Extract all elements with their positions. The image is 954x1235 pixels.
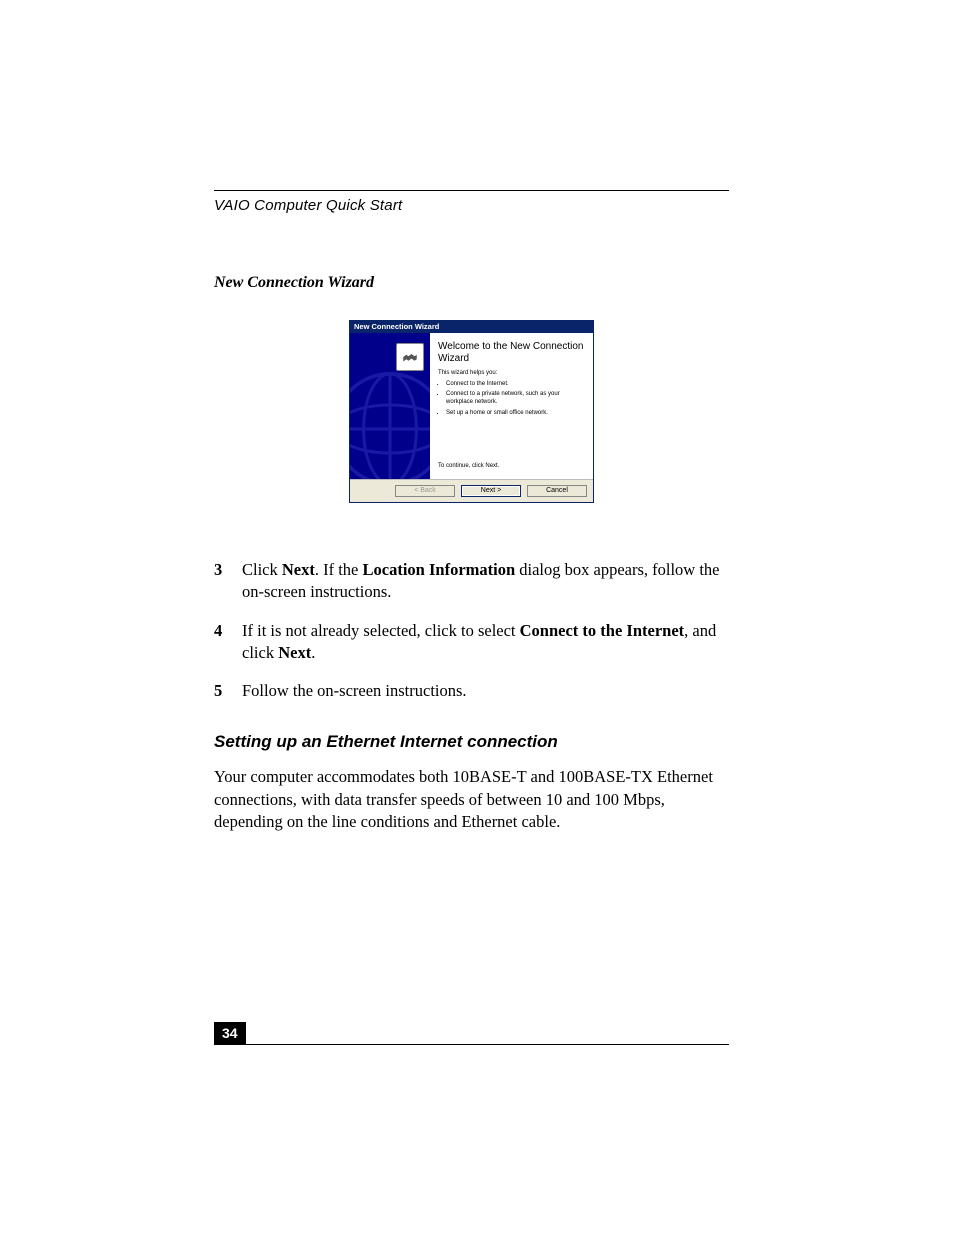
text-bold: Connect to the Internet (520, 621, 685, 640)
text-run: . (311, 643, 315, 662)
page-footer: 34 (214, 1022, 729, 1045)
step-number: 3 (214, 559, 242, 604)
wizard-sidebar (350, 333, 430, 478)
figure-caption: New Connection Wizard (214, 274, 729, 292)
step-number: 4 (214, 620, 242, 665)
step-item: 4 If it is not already selected, click t… (214, 620, 729, 665)
cancel-button[interactable]: Cancel (527, 485, 587, 497)
body-paragraph: Your computer accommodates both 10BASE-T… (214, 766, 729, 833)
step-text: Click Next. If the Location Information … (242, 559, 729, 604)
text-run: If it is not already selected, click to … (242, 621, 520, 640)
next-button[interactable]: Next > (461, 485, 521, 497)
wizard-helps-text: This wizard helps you: (438, 370, 585, 376)
step-text: Follow the on-screen instructions. (242, 680, 729, 702)
wizard-bullet: Connect to a private network, such as yo… (446, 390, 585, 406)
text-run: Follow the on-screen instructions. (242, 681, 467, 700)
footer-rule (214, 1044, 729, 1045)
running-header: VAIO Computer Quick Start (214, 197, 729, 214)
handshake-icon (396, 343, 424, 371)
back-button[interactable]: < Back (395, 485, 455, 497)
page-number: 34 (214, 1022, 246, 1044)
step-item: 5 Follow the on-screen instructions. (214, 680, 729, 702)
text-bold: Location Information (363, 560, 516, 579)
wizard-screenshot: New Connection Wizard (349, 320, 594, 503)
wizard-titlebar: New Connection Wizard (350, 321, 593, 333)
wizard-bullet-list: Connect to the Internet. Connect to a pr… (438, 380, 585, 416)
instruction-steps: 3 Click Next. If the Location Informatio… (214, 559, 729, 702)
text-run: Click (242, 560, 282, 579)
step-item: 3 Click Next. If the Location Informatio… (214, 559, 729, 604)
step-number: 5 (214, 680, 242, 702)
wizard-heading: Welcome to the New Connection Wizard (438, 341, 585, 364)
text-bold: Next (278, 643, 311, 662)
section-heading: Setting up an Ethernet Internet connecti… (214, 732, 729, 752)
wizard-body: Welcome to the New Connection Wizard Thi… (430, 333, 593, 478)
header-rule (214, 190, 729, 191)
wizard-bullet: Set up a home or small office network. (446, 409, 585, 417)
step-text: If it is not already selected, click to … (242, 620, 729, 665)
text-bold: Next (282, 560, 315, 579)
wizard-button-row: < Back Next > Cancel (350, 479, 593, 502)
wizard-continue-text: To continue, click Next. (438, 463, 585, 469)
text-run: . If the (315, 560, 363, 579)
wizard-bullet: Connect to the Internet. (446, 380, 585, 388)
